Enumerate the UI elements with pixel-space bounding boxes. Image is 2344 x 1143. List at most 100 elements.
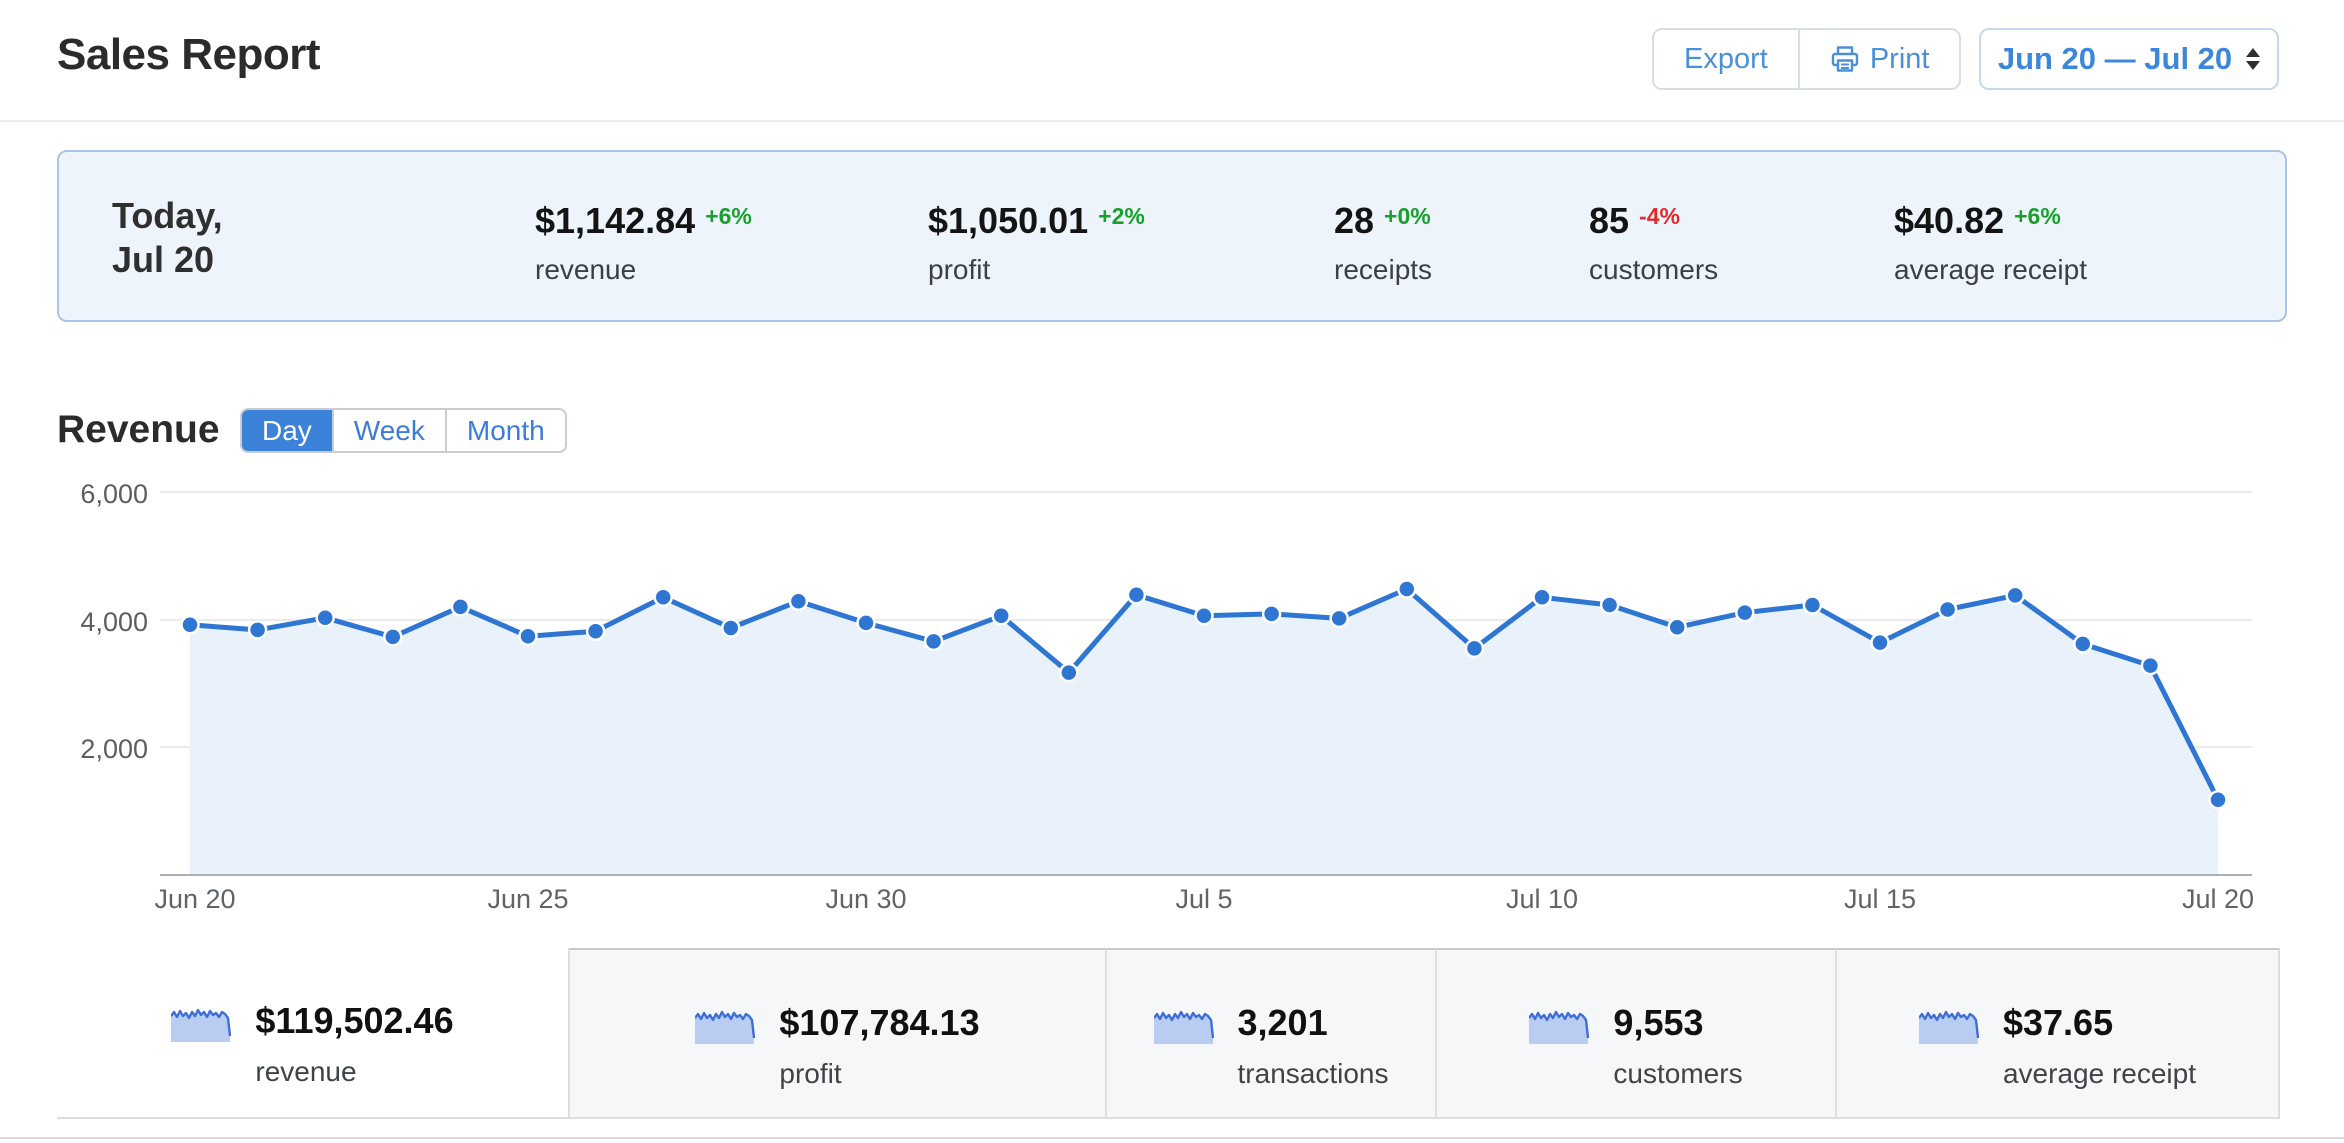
export-button-label: Export <box>1684 43 1768 76</box>
date-range-value: Jun 20 — Jul 20 <box>1998 41 2232 77</box>
stat-label: profit <box>928 254 1145 286</box>
chart-point[interactable] <box>2210 791 2227 808</box>
sparkline-icon <box>1154 1006 1216 1046</box>
sparkline-icon <box>171 1004 233 1044</box>
stat-value: 28 <box>1334 200 1374 241</box>
chart-point[interactable] <box>1601 597 1618 614</box>
tile-profit[interactable]: $107,784.13 profit <box>570 948 1107 1117</box>
tile-label: revenue <box>255 1056 453 1088</box>
chart-point[interactable] <box>1939 601 1956 618</box>
sparkline-icon <box>695 1006 757 1046</box>
chart-point[interactable] <box>925 633 942 650</box>
tile-value: $119,502.46 <box>255 1000 453 1042</box>
chart-point[interactable] <box>655 589 672 606</box>
x-tick-jun25: Jun 25 <box>487 884 568 915</box>
sparkline-icon <box>1919 1006 1981 1046</box>
print-button[interactable]: Print <box>1798 30 1960 88</box>
stat-percent: +2% <box>1098 203 1145 229</box>
select-sorter-icon <box>2246 48 2260 70</box>
tab-month[interactable]: Month <box>445 410 565 451</box>
x-tick-jul15: Jul 15 <box>1844 884 1916 915</box>
today-stat-customers: 85 -4% customers <box>1589 200 1718 286</box>
chart-point[interactable] <box>182 616 199 633</box>
chart-point[interactable] <box>520 628 537 645</box>
x-tick-jul5: Jul 5 <box>1175 884 1232 915</box>
chart-point[interactable] <box>1196 607 1213 624</box>
page-bottom-divider <box>0 1137 2344 1139</box>
stat-label: average receipt <box>1894 254 2087 286</box>
today-summary-card: Today, Jul 20 $1,142.84 +6% revenue $1,05… <box>57 150 2287 322</box>
y-tick-4000: 4,000 <box>0 607 148 638</box>
tile-label: customers <box>1613 1058 1742 1090</box>
y-tick-2000: 2,000 <box>0 734 148 765</box>
chart-point[interactable] <box>1128 586 1145 603</box>
tile-value: $37.65 <box>2003 1002 2196 1044</box>
chart-point[interactable] <box>1466 640 1483 657</box>
stat-label: revenue <box>535 254 752 286</box>
tile-label: profit <box>779 1058 979 1090</box>
chart-point[interactable] <box>1736 604 1753 621</box>
sales-report-page: Sales Report Export Print Jun <box>0 0 2344 1143</box>
stat-percent: -4% <box>1639 203 1680 229</box>
y-tick-6000: 6,000 <box>0 479 148 510</box>
chart-point[interactable] <box>2007 587 2024 604</box>
stat-label: customers <box>1589 254 1718 286</box>
export-button[interactable]: Export <box>1654 30 1798 88</box>
interval-tabs: Day Week Month <box>240 408 567 453</box>
sparkline-icon <box>1529 1006 1591 1046</box>
x-tick-jul10: Jul 10 <box>1506 884 1578 915</box>
page-title: Sales Report <box>57 30 320 80</box>
tile-average-receipt[interactable]: $37.65 average receipt <box>1837 948 2280 1117</box>
printer-icon <box>1830 44 1860 74</box>
chart-point[interactable] <box>993 607 1010 624</box>
chart-point[interactable] <box>1060 664 1077 681</box>
x-tick-jun20: Jun 20 <box>154 884 235 915</box>
stat-value: $1,142.84 <box>535 200 695 241</box>
chart-point[interactable] <box>2142 657 2159 674</box>
stat-value: $40.82 <box>1894 200 2004 241</box>
stat-value: $1,050.01 <box>928 200 1088 241</box>
today-stat-receipts: 28+0% receipts <box>1334 200 1432 286</box>
tile-customers[interactable]: 9,553 customers <box>1437 948 1837 1117</box>
chart-point[interactable] <box>384 628 401 645</box>
tile-revenue[interactable]: $119,502.46 revenue <box>57 948 570 1117</box>
print-button-label: Print <box>1870 43 1930 76</box>
chart-point[interactable] <box>1263 605 1280 622</box>
chart-point[interactable] <box>317 609 334 626</box>
chart-point[interactable] <box>1804 597 1821 614</box>
chart-point[interactable] <box>587 623 604 640</box>
tile-value: 3,201 <box>1238 1002 1389 1044</box>
stat-percent: +6% <box>705 203 752 229</box>
chart-point[interactable] <box>1534 589 1551 606</box>
chart-point[interactable] <box>858 614 875 631</box>
tab-day[interactable]: Day <box>242 410 332 451</box>
chart-point[interactable] <box>1398 581 1415 598</box>
date-range-select[interactable]: Jun 20 — Jul 20 <box>1979 28 2279 90</box>
revenue-chart-plot[interactable] <box>0 470 2344 890</box>
metric-tiles: $119,502.46 revenue $107,784.13 profit <box>57 948 2280 1119</box>
tab-week[interactable]: Week <box>332 410 445 451</box>
tile-transactions[interactable]: 3,201 transactions <box>1107 948 1437 1117</box>
x-tick-jun30: Jun 30 <box>825 884 906 915</box>
tile-value: 9,553 <box>1613 1002 1742 1044</box>
chart-point[interactable] <box>790 593 807 610</box>
stat-label: receipts <box>1334 254 1432 286</box>
chart-point[interactable] <box>1331 610 1348 627</box>
stat-percent: +6% <box>2014 203 2061 229</box>
tile-label: average receipt <box>2003 1058 2196 1090</box>
revenue-section-heading: Revenue <box>57 408 220 452</box>
tile-label: transactions <box>1238 1058 1389 1090</box>
today-date: Today, Jul 20 <box>112 194 223 282</box>
header: Sales Report Export Print Jun <box>0 0 2344 122</box>
stat-value: 85 <box>1589 200 1629 241</box>
today-stat-average-receipt: $40.82 +6% average receipt <box>1894 200 2087 286</box>
chart-point[interactable] <box>452 598 469 615</box>
today-stat-profit: $1,050.01 +2% profit <box>928 200 1145 286</box>
chart-area-fill <box>190 589 2218 875</box>
chart-point[interactable] <box>249 621 266 638</box>
export-print-button-group: Export Print <box>1652 28 1961 90</box>
chart-point[interactable] <box>722 620 739 637</box>
chart-point[interactable] <box>2074 635 2091 652</box>
chart-point[interactable] <box>1669 619 1686 636</box>
chart-point[interactable] <box>1872 634 1889 651</box>
